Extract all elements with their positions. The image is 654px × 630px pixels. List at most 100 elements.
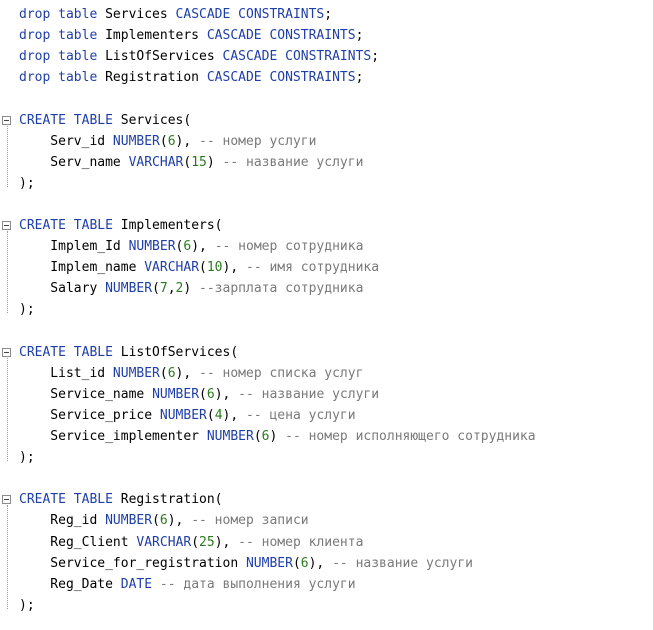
keyword-token: NUMBER <box>112 365 160 381</box>
number-token: 6 <box>300 555 309 571</box>
text-token: Implementers <box>105 28 207 44</box>
code-line[interactable]: Reg_id NUMBER(6), -- номер записи <box>19 510 308 531</box>
code-line[interactable]: Service_price NUMBER(4), -- цена услуги <box>19 405 355 426</box>
text-token: ( <box>159 133 168 149</box>
keyword-token: NUMBER <box>112 133 160 149</box>
code-line[interactable]: ); <box>19 447 35 468</box>
text-token: Implementers( <box>120 218 223 233</box>
code-line[interactable]: Service_for_registration NUMBER(6), -- н… <box>19 553 473 574</box>
code-line[interactable]: CREATE TABLE Services( <box>19 110 191 131</box>
keyword-token: drop table <box>19 28 106 44</box>
comment-token: -- название услуги <box>222 154 364 170</box>
code-line[interactable]: Implem_Id NUMBER(6), -- номер сотрудника <box>19 236 363 257</box>
text-token: Implem_name <box>19 260 145 276</box>
text-token: Services( <box>120 112 192 128</box>
keyword-token: NUMBER <box>105 281 153 297</box>
text-token: ), <box>214 386 239 402</box>
keyword-token: CREATE TABLE <box>19 492 121 508</box>
comment-token: -- номер услуги <box>199 133 317 149</box>
keyword-token: drop table <box>19 7 106 22</box>
fold-collapse-icon[interactable] <box>2 115 11 125</box>
text-token: ), <box>175 133 200 149</box>
fold-collapse-icon[interactable] <box>2 347 11 357</box>
text-token: ListOfServices <box>105 49 223 65</box>
number-token: 6 <box>167 133 176 149</box>
fold-collapse-icon[interactable] <box>2 495 11 505</box>
code-editor[interactable]: drop table Services CASCADE CONSTRAINTS;… <box>0 0 654 630</box>
text-token: Service_name <box>19 386 153 402</box>
text-token: Reg_Client <box>19 534 137 550</box>
keyword-token: CASCADE CONSTRAINTS <box>175 7 325 22</box>
code-line[interactable]: drop table Services CASCADE CONSTRAINTS; <box>19 4 332 25</box>
keyword-token: CASCADE CONSTRAINTS <box>206 28 356 44</box>
text-token: Registration <box>105 70 207 86</box>
code-line[interactable]: CREATE TABLE Registration( <box>19 489 223 510</box>
text-token: ), <box>222 260 246 276</box>
keyword-token: VARCHAR <box>128 154 184 170</box>
text-token: ) <box>183 281 200 297</box>
code-line[interactable]: Implem_name VARCHAR(10), -- имя сотрудни… <box>19 257 379 278</box>
keyword-token: NUMBER <box>159 407 207 423</box>
keyword-token: CREATE TABLE <box>19 112 121 128</box>
text-token: ListOfServices( <box>120 344 239 360</box>
text-token: ), <box>214 534 239 550</box>
text-token: ), <box>308 555 333 571</box>
code-line[interactable]: List_id NUMBER(6), -- номер списка услуг <box>19 363 363 384</box>
keyword-token: CREATE TABLE <box>19 344 121 360</box>
comment-token: -- номер списка услуг <box>199 365 364 381</box>
keyword-token: drop table <box>19 49 106 65</box>
fold-guide-line <box>7 505 9 609</box>
code-line[interactable]: drop table Registration CASCADE CONSTRAI… <box>19 67 363 88</box>
text-token: ), <box>191 239 215 255</box>
fold-guide-line <box>7 357 9 462</box>
text-token: Serv_name <box>19 154 129 170</box>
keyword-token: DATE <box>120 576 160 592</box>
text-token: ) <box>206 154 223 170</box>
code-line[interactable]: Service_name NUMBER(6), -- название услу… <box>19 384 379 405</box>
comment-token: -- название услуги <box>332 555 473 571</box>
code-line[interactable]: Serv_id NUMBER(6), -- номер услуги <box>19 131 316 152</box>
text-token: ( <box>152 281 160 297</box>
code-line[interactable]: Serv_name VARCHAR(15) -- название услуги <box>19 152 363 173</box>
text-token: Reg_id <box>19 513 106 529</box>
keyword-token: VARCHAR <box>144 260 200 276</box>
text-token: Reg_Date <box>19 576 121 592</box>
text-token: ( <box>206 407 215 423</box>
comment-token: -- номер сотрудника <box>214 239 364 255</box>
code-line[interactable]: Service_implementer NUMBER(6) -- номер и… <box>19 426 536 447</box>
keyword-token: NUMBER <box>206 429 254 444</box>
text-token: ; <box>355 70 364 86</box>
number-token: 6 <box>206 386 215 402</box>
text-token: ); <box>19 175 35 191</box>
text-token: ( <box>152 513 160 529</box>
text-token: Serv_id <box>19 133 113 149</box>
code-line[interactable]: CREATE TABLE Implementers( <box>19 215 223 236</box>
code-line[interactable]: ); <box>19 299 35 320</box>
keyword-token: CASCADE CONSTRAINTS <box>206 70 356 86</box>
comment-token: -- номер исполняющего сотрудника <box>285 429 536 444</box>
text-token: Registration( <box>120 492 223 508</box>
keyword-token: VARCHAR <box>136 534 192 550</box>
code-line[interactable]: Salary NUMBER(7,2) --зарплата сотрудника <box>19 278 363 299</box>
text-token: ( <box>199 386 207 402</box>
fold-collapse-icon[interactable] <box>2 221 11 230</box>
code-line[interactable]: ); <box>19 595 35 616</box>
text-token: ); <box>19 302 35 318</box>
keyword-token: NUMBER <box>245 555 293 571</box>
keyword-token: NUMBER <box>128 239 176 255</box>
code-line[interactable]: drop table Implementers CASCADE CONSTRAI… <box>19 25 363 46</box>
text-token: Service_price <box>19 407 160 423</box>
number-token: 6 <box>159 513 168 529</box>
code-line[interactable]: Reg_Date DATE -- дата выполнения услуги <box>19 574 355 595</box>
code-line[interactable]: drop table ListOfServices CASCADE CONSTR… <box>19 46 379 67</box>
comment-token: --зарплата сотрудника <box>199 281 364 297</box>
comment-token: -- название услуги <box>238 386 380 402</box>
comment-token: -- номер клиента <box>238 534 364 550</box>
text-token: ( <box>159 365 168 381</box>
code-line[interactable]: CREATE TABLE ListOfServices( <box>19 342 238 363</box>
code-line[interactable]: ); <box>19 173 35 194</box>
number-token: 4 <box>214 407 223 423</box>
keyword-token: NUMBER <box>152 386 200 402</box>
fold-guide-line <box>7 125 9 187</box>
code-line[interactable]: Reg_Client VARCHAR(25), -- номер клиента <box>19 532 363 553</box>
